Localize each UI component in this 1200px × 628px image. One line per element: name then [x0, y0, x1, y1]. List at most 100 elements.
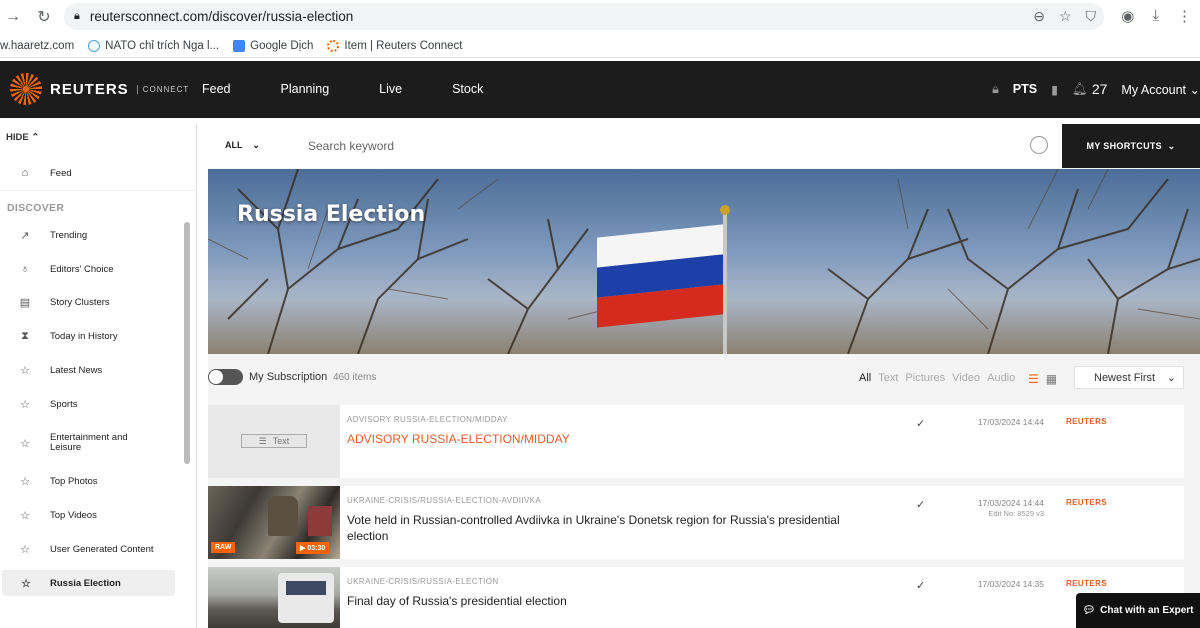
item-edit-number: Edit No: 8529 v3 [988, 509, 1044, 518]
bookmark-item[interactable]: Item | Reuters Connect [327, 39, 462, 52]
nav-planning[interactable]: Planning [281, 82, 330, 96]
star-icon: ☆ [20, 364, 30, 377]
bookmarks-bar: w.haaretz.com NATO chỉ trích Nga l... Go… [0, 34, 1200, 58]
sidebar-item-editors-choice[interactable]: ♁ Editors' Choice [0, 256, 180, 282]
zoom-icon[interactable]: ⊖ [1033, 8, 1045, 25]
filter-text[interactable]: Text [878, 372, 898, 384]
main-nav: Feed Planning Live Stock [202, 82, 533, 96]
bus-window [286, 581, 326, 595]
notification-icon[interactable]: 🔔︎ [1072, 82, 1088, 97]
download-icon[interactable]: ⤓ [1152, 7, 1159, 25]
list-view-icon[interactable]: ☰ [1028, 372, 1039, 386]
forward-icon[interactable]: → [2, 6, 24, 28]
my-account-menu[interactable]: My Account ⌄ [1121, 82, 1200, 97]
lock-icon: 🔒︎ [74, 10, 80, 22]
item-headline[interactable]: Final day of Russia's presidential elect… [347, 593, 877, 609]
russian-flag [597, 224, 723, 328]
reuters-favicon-icon [327, 39, 340, 52]
item-headline[interactable]: Vote held in Russian-controlled Avdiivka… [347, 512, 877, 544]
sidebar-item-user-generated[interactable]: ☆ User Generated Content [0, 536, 180, 562]
trend-icon: ↗ [20, 229, 30, 242]
hourglass-icon: ⧗ [21, 329, 29, 342]
chat-bubble-icon: 💬︎ [1082, 605, 1096, 616]
sidebar-item-feed[interactable]: ⌂ Feed [0, 160, 180, 186]
flagpole [723, 209, 727, 354]
sidebar-item-trending[interactable]: ↗ Trending [0, 222, 180, 248]
bookmark-star-icon[interactable]: ☆ [1059, 8, 1072, 25]
chevron-down-icon: ⌄ [252, 140, 260, 150]
list-item[interactable]: ☰ Text ADVISORY RUSSIA-ELECTION/MIDDAY AD… [208, 405, 1184, 478]
check-icon: ✓ [916, 418, 926, 430]
filter-pictures[interactable]: Pictures [905, 372, 945, 384]
text-chip: ☰ Text [241, 434, 307, 448]
filter-bar: My Subscription 460 items All Text Pictu… [208, 362, 1200, 398]
search-scope-select[interactable]: ALL ⌄ [225, 140, 260, 151]
sidebar-item-latest-news[interactable]: ☆ Latest News [0, 357, 180, 383]
sidebar-item-sports[interactable]: ☆ Sports [0, 391, 180, 417]
duration-badge: ▶ 03:30 [296, 542, 330, 554]
filter-audio[interactable]: Audio [987, 372, 1015, 384]
star-icon: ☆ [20, 398, 30, 411]
list-item[interactable]: RAW ▶ 03:30 UKRAINE-CRISIS/RUSSIA-ELECTI… [208, 486, 1184, 559]
item-slug: UKRAINE-CRISIS/RUSSIA-ELECTION-AVDIIVKA [347, 496, 542, 505]
item-date: 17/03/2024 14:44 [977, 498, 1044, 508]
grid-view-icon[interactable]: ▦ [1046, 372, 1057, 386]
divider [0, 190, 197, 191]
item-slug: ADVISORY RUSSIA-ELECTION/MIDDAY [347, 415, 508, 424]
lock-icon: 🔒︎ [992, 81, 999, 96]
discover-heading: DISCOVER [7, 202, 65, 214]
star-icon: ☆ [20, 509, 30, 522]
search-icon[interactable] [1030, 136, 1048, 154]
menu-icon[interactable]: ⋮ [1177, 7, 1192, 25]
profile-icon[interactable]: ◉ [1121, 7, 1134, 25]
item-date: 17/03/2024 14:44 [977, 417, 1044, 427]
nav-stock[interactable]: Stock [452, 82, 483, 96]
sidebar-item-entertainment[interactable]: ☆ Entertainment and Leisure [0, 426, 180, 460]
ballot-box [308, 506, 332, 536]
chat-with-expert-button[interactable]: 💬︎ Chat with an Expert [1076, 593, 1200, 628]
item-source: REUTERS [1066, 498, 1108, 507]
pts-button[interactable]: PTS [1013, 82, 1037, 96]
chevron-up-icon: ⌃ [31, 132, 40, 143]
translate-icon [233, 39, 246, 52]
address-bar[interactable]: 🔒︎ reutersconnect.com/discover/russia-el… [64, 3, 1104, 30]
nav-feed[interactable]: Feed [202, 82, 231, 96]
bookmark-item[interactable]: w.haaretz.com [0, 40, 74, 52]
bookmark-item[interactable]: NATO chỉ trích Nga l... [88, 39, 219, 52]
sidebar-item-today-in-history[interactable]: ⧗ Today in History [0, 323, 180, 349]
browser-toolbar: → ↻ 🔒︎ reutersconnect.com/discover/russi… [0, 0, 1200, 34]
chevron-down-icon: ⌄ [1189, 82, 1200, 97]
chevron-down-icon: ⌄ [1166, 372, 1176, 384]
filter-all[interactable]: All [859, 372, 871, 384]
clusters-icon: ▤ [19, 296, 31, 309]
list-item[interactable]: UKRAINE-CRISIS/RUSSIA-ELECTION Final day… [208, 567, 1184, 628]
shield-icon[interactable]: ⛉ [1086, 8, 1097, 25]
sidebar-item-top-photos[interactable]: ☆ Top Photos [0, 468, 180, 494]
item-headline[interactable]: ADVISORY RUSSIA-ELECTION/MIDDAY [347, 431, 877, 447]
bookmark-icon[interactable]: ▮ [1051, 82, 1058, 97]
photo-thumbnail[interactable] [208, 567, 340, 628]
sidebar-item-top-videos[interactable]: ☆ Top Videos [0, 502, 180, 528]
subscription-toggle[interactable] [208, 369, 243, 385]
notification-count: 27 [1091, 81, 1108, 97]
reload-icon[interactable]: ↻ [33, 6, 55, 28]
hide-sidebar-button[interactable]: HIDE ⌃ [6, 132, 39, 143]
search-input[interactable] [308, 134, 1008, 158]
bookmark-item[interactable]: Google Dịch [233, 39, 313, 52]
reuters-logo[interactable]: REUTERS CONNECT [10, 73, 189, 105]
award-icon: ♁ [20, 263, 30, 275]
hero-title: Russia Election [237, 202, 426, 227]
raw-badge: RAW [211, 542, 236, 553]
my-shortcuts-button[interactable]: MY SHORTCUTS ⌄ [1062, 124, 1200, 168]
sidebar-item-story-clusters[interactable]: ▤ Story Clusters [0, 289, 180, 315]
site-header: REUTERS CONNECT Feed Planning Live Stock… [0, 61, 1200, 118]
sidebar-item-russia-election[interactable]: ☆ Russia Election [2, 570, 175, 596]
text-thumbnail: ☰ Text [208, 405, 340, 478]
nav-live[interactable]: Live [379, 82, 402, 96]
hero-banner: Russia Election [208, 169, 1200, 354]
video-thumbnail[interactable]: RAW ▶ 03:30 [208, 486, 340, 559]
filter-video[interactable]: Video [952, 372, 980, 384]
list-icon: ☰ [258, 435, 267, 446]
sort-select[interactable]: Newest First ⌄ [1074, 366, 1184, 389]
sidebar-scrollbar[interactable] [184, 222, 190, 464]
